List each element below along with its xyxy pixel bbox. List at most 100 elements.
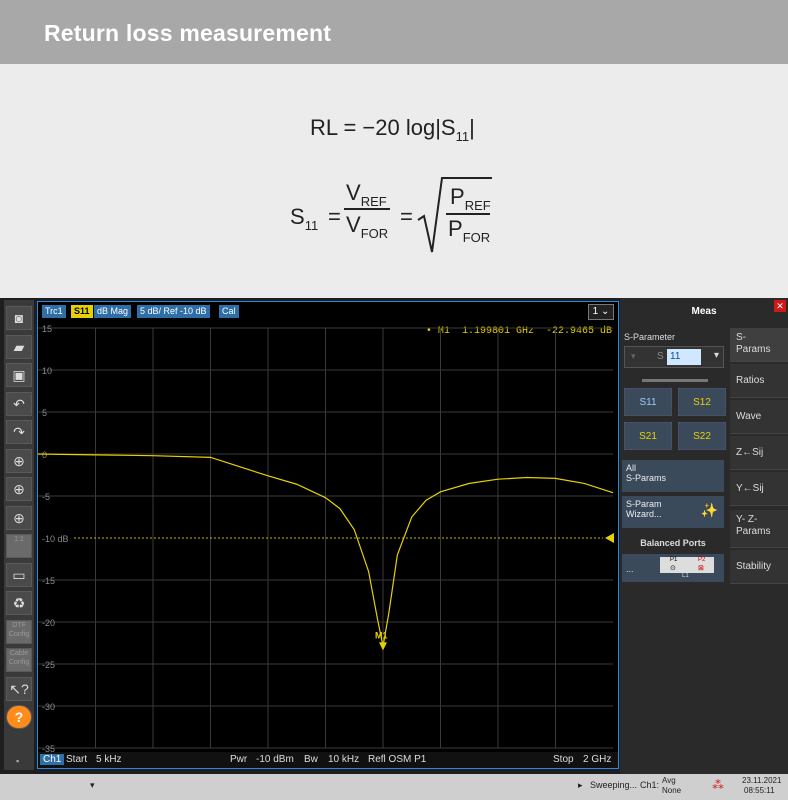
magic-wand-icon: ✨ [700,502,718,518]
recycle-icon[interactable]: ♻ [6,591,32,615]
balanced-ports-button[interactable]: ... P1 P2 ⊙ ⊠ L1 [622,554,724,582]
stop-label: Stop [553,754,574,765]
param-tag[interactable]: S11 [71,305,93,318]
trace-tag[interactable]: Trc1 [42,305,66,318]
y-tick-label: 5 [42,408,47,418]
s-value-field[interactable]: 11 [667,349,701,365]
plot-window[interactable]: Trc1 S11 dB Mag 5 dB/ Ref -10 dB Cal 1 ⌄… [37,301,619,769]
rl-rhs: −20 log|S [362,115,456,140]
s-param-label: S-Parameter [624,332,676,342]
zoom-1to1-icon[interactable]: 1:1 [6,534,32,558]
s21-button[interactable]: S21 [624,422,672,450]
v-for: VFOR [346,212,389,241]
s11-button[interactable]: S11 [624,388,672,416]
channel-dropdown[interactable]: 1 ⌄ [588,304,614,320]
cal-tag[interactable]: Cal [219,305,239,318]
save-icon[interactable]: ▣ [6,363,32,387]
expand-arrow-icon[interactable]: ▾ [90,780,95,791]
chevron-down-icon: ⌄ [600,306,610,317]
marker-m1-label: M1 [375,630,388,640]
channel-tag[interactable]: Ch1 [40,754,65,765]
zoom-icon-3[interactable]: ⊕ [6,505,32,530]
p-ref: PREF [450,184,491,213]
scale-tag[interactable]: 5 dB/ Ref -10 dB [137,305,210,318]
y-tick-label: -10 dB [42,534,69,544]
undo-icon[interactable]: ↶ [6,391,32,416]
tab-0[interactable]: S- Params [730,328,788,362]
y-tick-label: -35 [42,744,55,752]
toolbar-more-icon[interactable]: ▪ [16,756,19,766]
dropdown-left-icon: ▾ [631,351,636,361]
y-tick-label: 10 [42,366,52,376]
divider [642,379,708,382]
format-tag[interactable]: dB Mag [94,305,132,318]
wizard-button[interactable]: S-Param Wizard... ✨ [622,496,724,528]
avg-value: None [662,786,682,795]
channel-status-bar: Ch1 Start 5 kHz Pwr -10 dBm Bw 10 kHz Re… [38,752,618,768]
dtf-config-icon[interactable]: DTF Config [6,619,32,644]
y-tick-label: 0 [42,450,47,460]
s-prefix: S [657,351,664,362]
dots-icon: ... [626,564,634,574]
fullscreen-icon[interactable]: ▭ [6,562,32,587]
tab-2[interactable]: Wave [730,400,788,434]
tab-5[interactable]: Y- Z- Params [730,510,788,548]
s-param-select[interactable]: ▾ S 11 ▾ [624,346,724,368]
pwr-label: Pwr [230,754,248,765]
camera-icon[interactable]: ◙ [6,306,32,330]
left-toolbar: ◙ ▰ ▣ ↶ ↷ ⊕ ⊕ ⊕ 1:1 ▭ ♻ DTF Config Cable Config ↖?? ▪ [4,300,34,770]
s11-formula: S11 = VREF VFOR = PREF PFOR [290,174,550,264]
bw-value[interactable]: 10 kHz [328,754,359,765]
date-label: 23.11.2021 [742,776,782,785]
page-title: Return loss measurement [44,20,332,46]
trace-chart[interactable]: 15 10 5 0 -5 -10 dB -15 -20 -25 -30 -35 M1 [38,320,618,752]
tab-4[interactable]: Y←Sij [730,472,788,506]
p-for: PFOR [448,216,491,245]
stop-value[interactable]: 2 GHz [583,754,611,765]
tab-6[interactable]: Stability [730,550,788,584]
tab-3[interactable]: Z←Sij [730,436,788,470]
close-icon[interactable]: ✕ [774,300,786,312]
y-tick-label: -15 [42,576,55,586]
rl-lhs: RL [310,115,338,140]
chevron-down-icon[interactable]: ▾ [714,350,719,361]
l1-label: L1 [682,573,689,579]
redo-icon[interactable]: ↷ [6,420,32,444]
rl-end: | [469,115,475,140]
all-sparams-button[interactable]: All S-Params [622,460,724,492]
sweep-status: Sweeping... [590,780,638,790]
rl-formula: RL = −20 log|S11| [310,115,475,144]
cable-config-icon[interactable]: Cable Config [6,648,32,672]
balanced-ports-label: Balanced Ports [640,538,706,548]
sweep-arrow-icon: ▸ [578,780,583,790]
open-folder-icon[interactable]: ▰ [6,334,32,359]
s11-eq2: = [400,204,413,229]
formula-area: RL = −20 log|S11| S11 = VREF VFOR = PREF… [0,64,788,298]
meas-panel: Meas ✕ S-Parameter ▾ S 11 ▾ S11 S12 S21 … [620,298,788,774]
s11-lhs: S11 [290,204,319,233]
bw-label: Bw [304,754,318,765]
marker-m1-symbol[interactable] [379,642,387,651]
start-value[interactable]: 5 kHz [96,754,122,765]
s22-button[interactable]: S22 [678,422,726,450]
help-pointer-icon[interactable]: ↖? [6,676,32,701]
help-icon[interactable]: ? [6,705,32,729]
v-ref: VREF [346,180,387,209]
y-tick-label: -5 [42,492,50,502]
header-band: Return loss measurement [0,0,788,64]
zoom-icon-1[interactable]: ⊕ [6,448,32,473]
fraction-line-1 [344,208,390,210]
avg-label: Avg [662,776,676,785]
time-label: 08:55:11 [744,786,775,795]
y-tick-label: -20 [42,618,55,628]
y-tick-label: 15 [42,324,52,334]
zoom-icon-2[interactable]: ⊕ [6,477,32,501]
y-tick-label: -25 [42,660,55,670]
reference-arrow[interactable] [605,533,614,543]
rl-eq: = [343,115,357,140]
y-tick-label: -30 [42,702,55,712]
s12-button[interactable]: S12 [678,388,726,416]
refl-value: Refl OSM P1 [368,754,427,765]
pwr-value[interactable]: -10 dBm [256,754,294,765]
tab-1[interactable]: Ratios [730,364,788,398]
